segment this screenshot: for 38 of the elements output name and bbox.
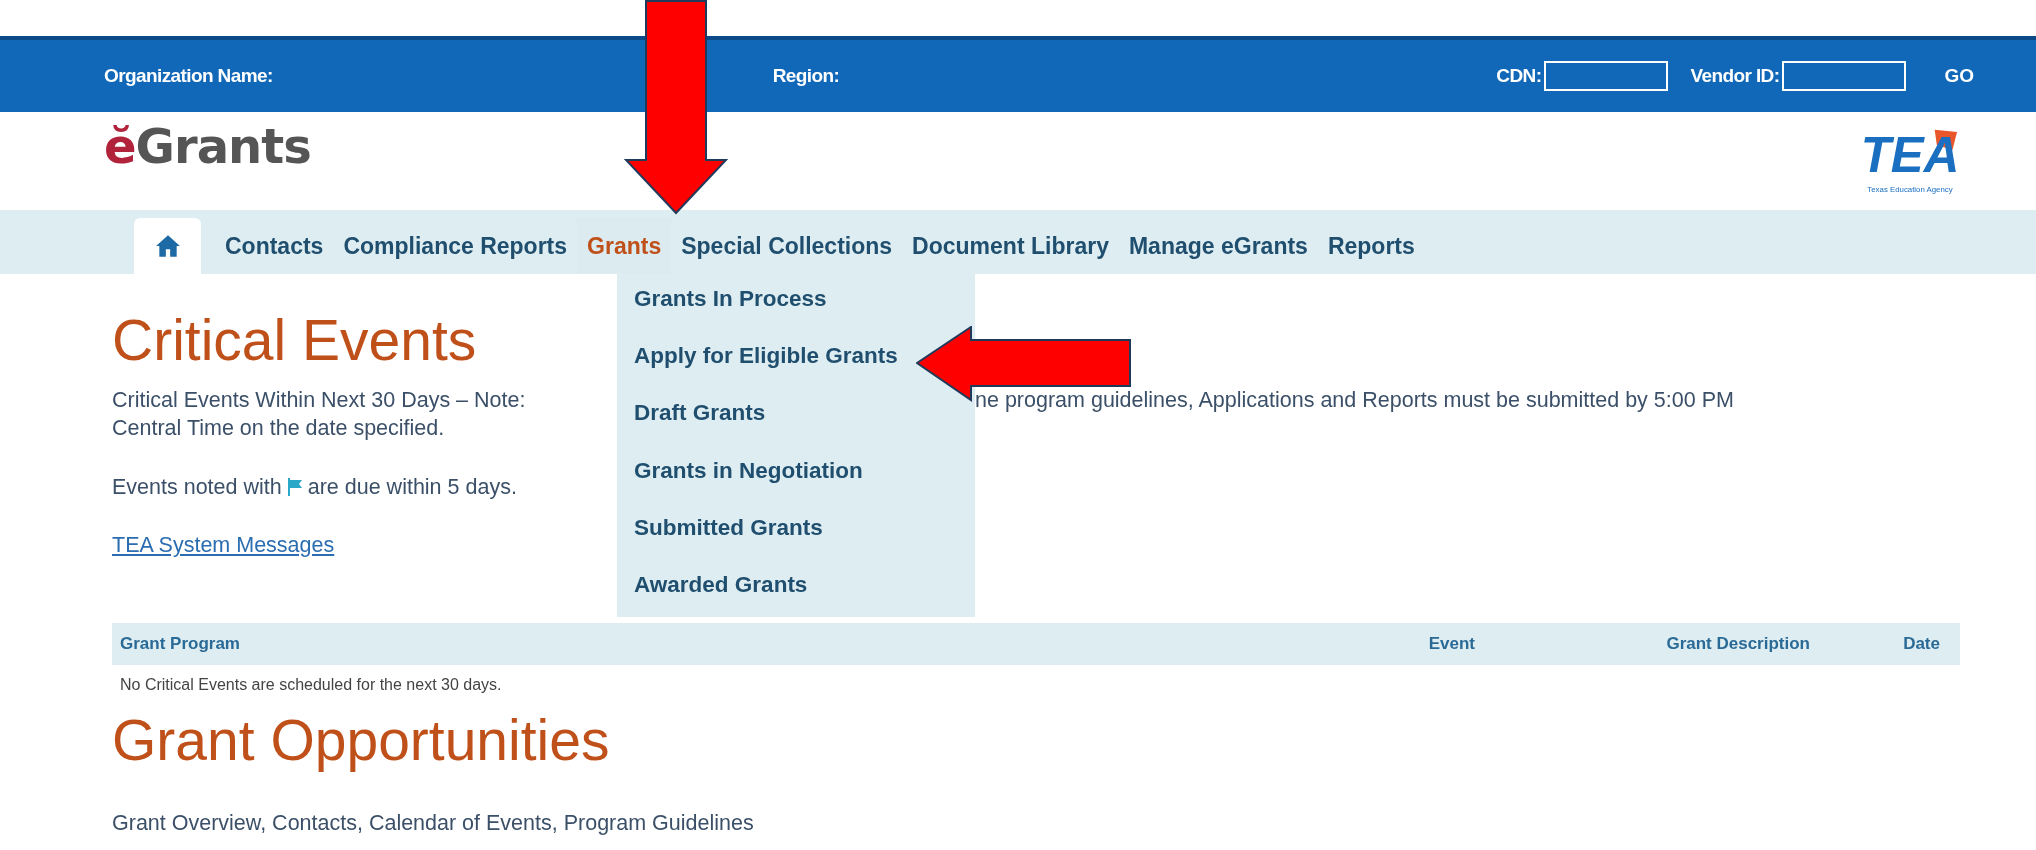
menu-item[interactable]: Grants In Process: [634, 274, 827, 332]
menu-item[interactable]: Submitted Grants: [634, 502, 823, 560]
go-button[interactable]: GO: [1944, 65, 1974, 87]
input-field[interactable]: [1782, 61, 1907, 91]
home-icon: [154, 233, 181, 259]
nav-tab[interactable]: Reports: [1317, 218, 1425, 274]
cdn-label: CDN:: [1496, 65, 1542, 87]
input-field[interactable]: [1544, 61, 1669, 91]
column-header: Date: [1903, 634, 1941, 654]
agency-logo: TEA Texas Education Agency: [1854, 125, 1966, 197]
section-heading: Critical Events: [112, 307, 477, 374]
note-text: Central Time on the date specified.: [112, 415, 445, 442]
note-text: Critical Events Within Next 30 Days – Note:: [112, 387, 526, 414]
table-cell: No Critical Events are scheduled for the next 30 days.: [120, 675, 502, 695]
menu-item[interactable]: Apply for Eligible Grants: [634, 331, 898, 389]
events-text: Events noted with: [112, 474, 282, 501]
overview-text: Grant Overview, Contacts, Calendar of Events, Program Guidelines: [112, 810, 754, 837]
region-label: Region:: [772, 65, 840, 87]
events-text: are due within 5 days.: [307, 474, 517, 501]
menu-item[interactable]: Awarded Grants: [634, 559, 808, 618]
menu-item[interactable]: Grants in Negotiation: [634, 445, 863, 503]
section-heading: Grant Opportunities: [112, 707, 610, 774]
nav-tab[interactable]: Special Collections: [671, 218, 903, 274]
nav-tab[interactable]: Manage eGrants: [1118, 218, 1318, 274]
nav-tab[interactable]: Contacts: [215, 218, 334, 274]
home-tab[interactable]: [134, 218, 201, 274]
column-header: Event: [1428, 634, 1475, 654]
nav-tab[interactable]: Document Library: [902, 218, 1119, 274]
flag-icon: [287, 478, 302, 496]
column-header: Grant Description: [1666, 634, 1810, 654]
nav-tab[interactable]: Compliance Reports: [333, 218, 578, 274]
organization-label: Organization Name:: [104, 65, 273, 87]
note-text: ne program guidelines, Applications and Reports must be submitted by 5:00 PM: [975, 387, 1734, 414]
vendor-id-label: Vendor ID:: [1690, 65, 1780, 87]
menu-item[interactable]: Draft Grants: [634, 388, 766, 446]
system-messages-link[interactable]: TEA System Messages: [112, 531, 335, 559]
egrants-logo[interactable]: ĕGrants: [104, 118, 311, 174]
column-header: Grant Program: [120, 634, 240, 654]
